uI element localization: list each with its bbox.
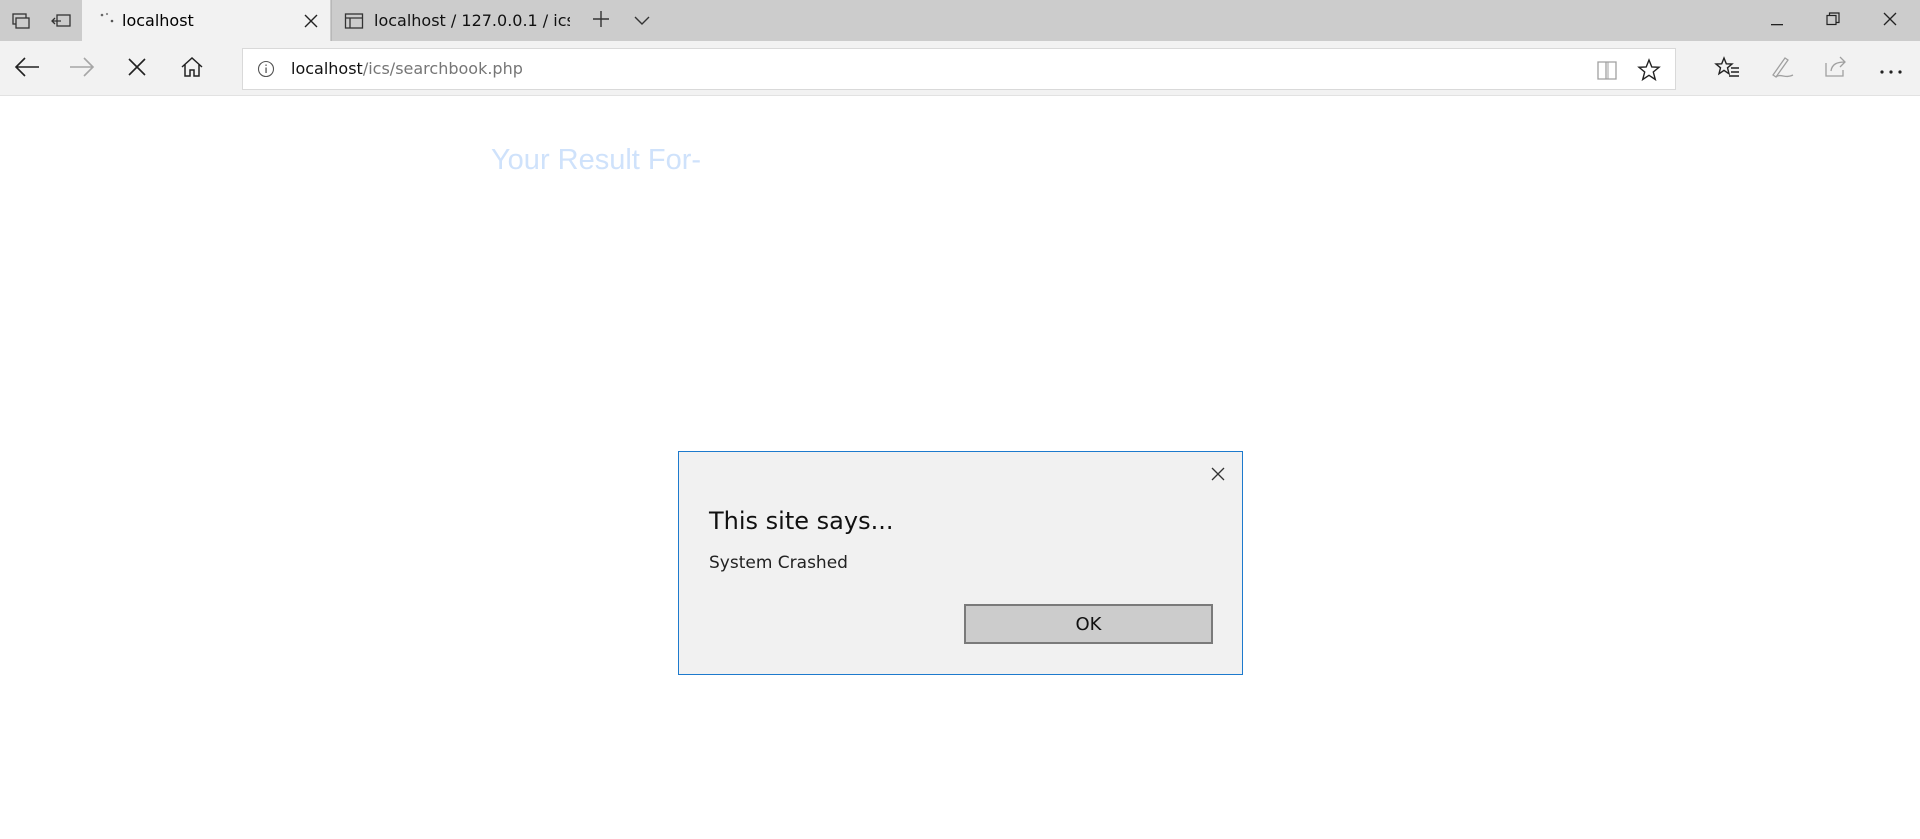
page-icon [344, 11, 364, 31]
set-aside-tabs-icon[interactable] [41, 0, 81, 41]
tab-title: localhost / 127.0.0.1 / ics / b [374, 11, 570, 30]
chevron-down-icon [634, 11, 650, 30]
dialog-message: System Crashed [709, 553, 848, 573]
notes-button[interactable] [1760, 47, 1804, 91]
tab-list-button[interactable] [624, 0, 660, 41]
window-close-icon [1883, 11, 1897, 30]
dialog-title: This site says... [709, 507, 894, 535]
result-heading: Your Result For- [491, 144, 702, 176]
tab-bar: localhost localhost / 127.0.0.1 / ics / … [0, 0, 1920, 41]
window-close-button[interactable] [1862, 0, 1918, 41]
navigation-bar: localhost/ics/searchbook.php [0, 41, 1920, 96]
close-icon [1211, 466, 1225, 485]
share-icon [1823, 55, 1849, 83]
minimize-icon [1771, 11, 1783, 30]
stop-button[interactable] [115, 47, 159, 91]
dialog-close-button[interactable] [1204, 461, 1232, 489]
info-icon[interactable] [257, 60, 275, 78]
url-text[interactable]: localhost/ics/searchbook.php [291, 59, 523, 79]
share-button[interactable] [1814, 47, 1858, 91]
more-icon [1879, 60, 1903, 79]
url-path: /ics/searchbook.php [362, 59, 523, 78]
new-tab-button[interactable] [583, 0, 619, 41]
tab-localhost[interactable]: localhost [82, 0, 330, 41]
back-icon [14, 56, 40, 82]
pen-icon [1769, 55, 1795, 83]
home-icon [180, 56, 204, 82]
more-button[interactable] [1869, 47, 1913, 91]
minimize-button[interactable] [1749, 0, 1805, 41]
address-bar[interactable]: localhost/ics/searchbook.php [242, 48, 1676, 90]
restore-icon [1826, 11, 1840, 30]
tab-title: localhost [122, 11, 194, 30]
favorites-hub-icon [1714, 55, 1740, 83]
close-icon[interactable] [300, 10, 322, 32]
back-button[interactable] [5, 47, 49, 91]
restore-button[interactable] [1805, 0, 1861, 41]
favorite-star-icon[interactable] [1637, 58, 1661, 82]
plus-icon [592, 10, 610, 32]
forward-icon [69, 56, 95, 82]
url-host: localhost [291, 59, 363, 78]
home-button[interactable] [170, 47, 214, 91]
favorites-hub-button[interactable] [1705, 47, 1749, 91]
tab-phpmyadmin[interactable]: localhost / 127.0.0.1 / ics / b [331, 0, 579, 41]
reading-view-icon[interactable] [1595, 58, 1619, 82]
loading-dots-icon [98, 11, 118, 31]
stop-icon [127, 57, 147, 81]
alert-dialog: This site says... System Crashed OK [678, 451, 1243, 675]
ok-button[interactable]: OK [964, 604, 1213, 644]
forward-button[interactable] [60, 47, 104, 91]
tab-preview-icon[interactable] [0, 0, 40, 41]
